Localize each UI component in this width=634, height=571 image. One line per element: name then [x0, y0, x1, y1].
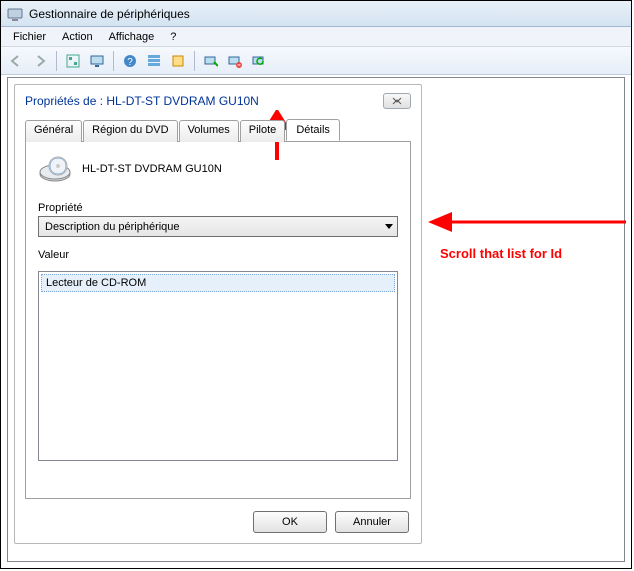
scan-icon[interactable]	[200, 50, 222, 72]
titlebar: Gestionnaire de périphériques	[1, 1, 631, 27]
cancel-button[interactable]: Annuler	[335, 511, 409, 533]
dialog-title: Propriétés de : HL-DT-ST DVDRAM GU10N	[25, 94, 259, 108]
help-icon[interactable]: ?	[119, 50, 141, 72]
toolbar-separator	[56, 51, 57, 71]
properties-dialog: Propriétés de : HL-DT-ST DVDRAM GU10N Gé…	[14, 84, 422, 544]
device-manager-icon	[7, 6, 23, 22]
window-title: Gestionnaire de périphériques	[29, 7, 190, 21]
value-label: Valeur	[38, 249, 398, 261]
tab-volumes[interactable]: Volumes	[179, 120, 239, 142]
list-item[interactable]: Lecteur de CD-ROM	[41, 274, 395, 292]
tab-details[interactable]: Détails	[286, 119, 340, 141]
svg-text:?: ?	[127, 57, 133, 68]
props-icon[interactable]	[167, 50, 189, 72]
ok-button[interactable]: OK	[253, 511, 327, 533]
update-icon[interactable]	[248, 50, 270, 72]
close-icon	[391, 97, 403, 105]
toolbar-separator	[194, 51, 195, 71]
monitor-icon[interactable]	[86, 50, 108, 72]
forward-button[interactable]	[29, 50, 51, 72]
toolbar: ?	[1, 47, 631, 75]
content-pane: Propriétés de : HL-DT-ST DVDRAM GU10N Gé…	[7, 77, 625, 562]
view-icon[interactable]	[143, 50, 165, 72]
close-button[interactable]	[383, 93, 411, 109]
property-label: Propriété	[38, 202, 398, 214]
tab-container: Général Région du DVD Volumes Pilote Dét…	[25, 119, 411, 499]
tab-region[interactable]: Région du DVD	[83, 120, 177, 142]
annotation-text: Scroll that list for Id	[440, 246, 562, 261]
back-button[interactable]	[5, 50, 27, 72]
property-value: Description du périphérique	[45, 221, 180, 233]
uninstall-icon[interactable]	[224, 50, 246, 72]
menu-affichage[interactable]: Affichage	[101, 29, 163, 45]
menu-fichier[interactable]: Fichier	[5, 29, 54, 45]
tab-pilote[interactable]: Pilote	[240, 120, 286, 142]
devtree-icon[interactable]	[62, 50, 84, 72]
annotation-arrow-left	[426, 208, 626, 236]
toolbar-separator	[113, 51, 114, 71]
device-name: HL-DT-ST DVDRAM GU10N	[82, 163, 222, 175]
value-listbox[interactable]: Lecteur de CD-ROM	[38, 271, 398, 461]
menubar: Fichier Action Affichage ?	[1, 27, 631, 47]
app-window: Gestionnaire de périphériques Fichier Ac…	[0, 0, 632, 569]
dvd-drive-icon	[38, 154, 72, 184]
tab-general[interactable]: Général	[25, 120, 82, 142]
property-combobox[interactable]: Description du périphérique	[38, 216, 398, 237]
menu-action[interactable]: Action	[54, 29, 101, 45]
tab-body: HL-DT-ST DVDRAM GU10N Propriété Descript…	[25, 141, 411, 499]
menu-help[interactable]: ?	[162, 29, 184, 45]
chevron-down-icon	[385, 224, 393, 229]
